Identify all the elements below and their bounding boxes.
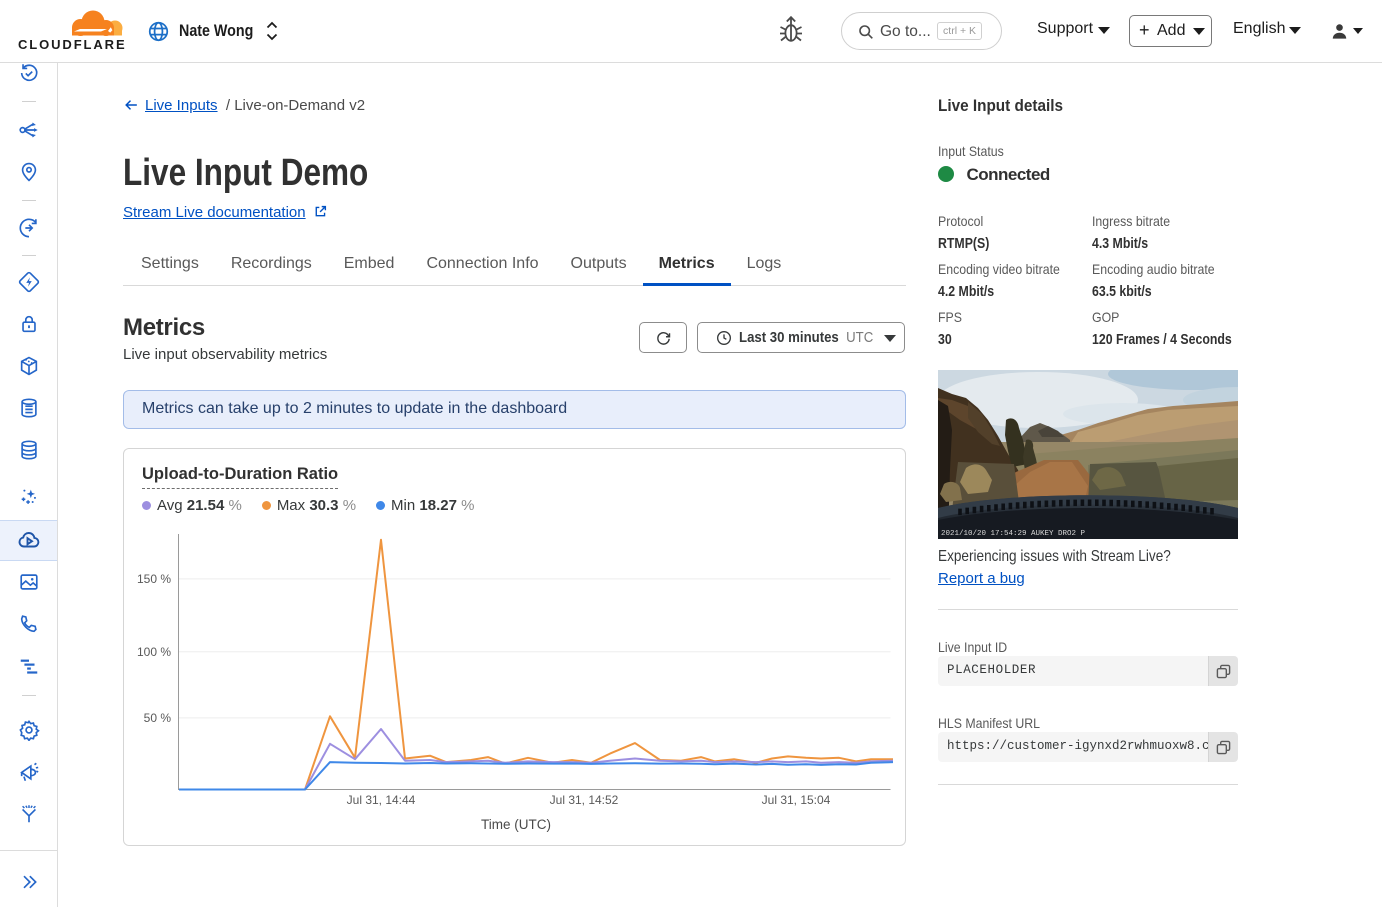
svg-text:Jul 31, 14:44: Jul 31, 14:44 bbox=[347, 793, 416, 807]
svg-text:150 %: 150 % bbox=[137, 572, 171, 586]
svg-text:Jul 31, 14:52: Jul 31, 14:52 bbox=[550, 793, 619, 807]
svg-text:Time (UTC): Time (UTC) bbox=[481, 817, 551, 832]
svg-text:100 %: 100 % bbox=[137, 645, 171, 659]
svg-text:50 %: 50 % bbox=[144, 711, 172, 725]
svg-text:2021/10/20 17:54:29 AUKEY DRO2: 2021/10/20 17:54:29 AUKEY DRO2 P bbox=[941, 530, 1086, 538]
svg-text:Jul 31, 15:04: Jul 31, 15:04 bbox=[762, 793, 831, 807]
